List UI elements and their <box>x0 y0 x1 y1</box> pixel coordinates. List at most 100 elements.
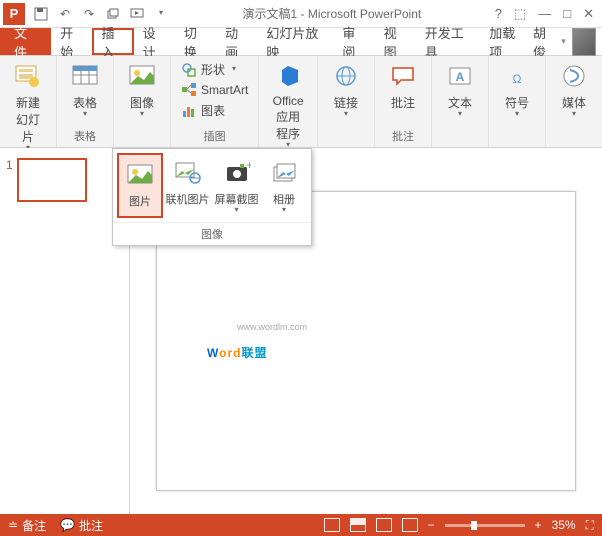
tab-insert[interactable]: 插入 <box>92 28 133 55</box>
tab-animation[interactable]: 动画 <box>216 28 257 55</box>
image-dropdown: 图片 联机图片 + 屏幕截图 ▾ 相册 ▾ 图像 <box>112 148 312 246</box>
redo-icon[interactable]: ↷ <box>81 6 97 22</box>
avatar[interactable] <box>572 28 596 56</box>
watermark-w: W <box>207 346 219 360</box>
smartart-icon <box>181 82 197 98</box>
ribbon: 新建 幻灯片 ▾ 幻灯片 表格 ▾ 表格 图像 ▾ 形状▾ <box>0 56 602 148</box>
undo-icon[interactable]: ↶ <box>57 6 73 22</box>
notes-label: 备注 <box>22 517 46 534</box>
zoom-out-icon[interactable]: − <box>428 518 435 532</box>
dropdown-online-picture[interactable]: 联机图片 <box>163 153 212 218</box>
zoom-level[interactable]: 35% <box>552 518 576 532</box>
smartart-button[interactable]: SmartArt <box>177 81 252 99</box>
minimize-icon[interactable]: — <box>538 6 551 22</box>
office-apps-icon <box>272 60 304 92</box>
office-apps-label: Office 应用程序 <box>271 94 305 142</box>
dropdown-picture[interactable]: 图片 <box>117 153 163 218</box>
zoom-slider[interactable] <box>445 524 525 527</box>
chart-button[interactable]: 图表 <box>177 101 252 120</box>
svg-text:+: + <box>246 159 251 172</box>
new-slide-button[interactable]: 新建 幻灯片 ▾ <box>6 58 50 154</box>
comments-status-label: 批注 <box>79 517 103 534</box>
watermark: www.wordlm.com Word联盟 <box>207 322 307 364</box>
media-icon <box>558 60 590 92</box>
notes-icon: ≐ <box>8 518 18 532</box>
reading-view-icon[interactable] <box>376 518 392 532</box>
dropdown-screenshot[interactable]: + 屏幕截图 ▾ <box>212 153 261 218</box>
help-icon[interactable]: ? <box>495 6 502 22</box>
group-symbols: Ω 符号 ▾ <box>489 56 546 147</box>
group-illustrations: 形状▾ SmartArt 图表 插图 <box>171 56 259 147</box>
text-button[interactable]: A 文本 ▾ <box>438 58 482 120</box>
link-icon <box>330 60 362 92</box>
tab-design[interactable]: 设计 <box>134 28 175 55</box>
tab-devtools[interactable]: 开发工具 <box>416 28 480 55</box>
normal-view-icon[interactable] <box>324 518 340 532</box>
group-illust-label: 插图 <box>204 128 226 147</box>
slide-thumbnail[interactable] <box>17 158 87 202</box>
svg-text:Ω: Ω <box>513 72 522 86</box>
repeat-icon[interactable] <box>105 6 121 22</box>
slideshow-view-icon[interactable] <box>402 518 418 532</box>
album-icon <box>268 157 300 189</box>
shapes-icon <box>181 62 197 78</box>
dropdown-album[interactable]: 相册 ▾ <box>261 153 307 218</box>
chart-icon <box>181 103 197 119</box>
group-apps: Office 应用程序 ▾ 应用程序 <box>259 56 318 147</box>
group-comments: 批注 批注 <box>375 56 432 147</box>
tab-addins[interactable]: 加载项 <box>480 28 533 55</box>
maximize-icon[interactable]: □ <box>563 6 571 22</box>
thumb-number: 1 <box>6 158 13 504</box>
symbol-button[interactable]: Ω 符号 ▾ <box>495 58 539 120</box>
start-slideshow-icon[interactable] <box>129 6 145 22</box>
thumbnail-pane: 1 <box>0 148 130 514</box>
tab-file[interactable]: 文件 <box>0 28 51 55</box>
tab-slideshow[interactable]: 幻灯片放映 <box>257 28 333 55</box>
comment-button[interactable]: 批注 <box>381 58 425 113</box>
group-text: A 文本 ▾ <box>432 56 489 147</box>
sorter-view-icon[interactable] <box>350 518 366 532</box>
table-icon <box>69 60 101 92</box>
new-slide-icon <box>12 60 44 92</box>
tab-review[interactable]: 审阅 <box>333 28 374 55</box>
group-images: 图像 ▾ <box>114 56 171 147</box>
chart-label: 图表 <box>201 102 225 119</box>
window-title: 演示文稿1 - Microsoft PowerPoint <box>169 5 495 22</box>
comments-status-icon: 💬 <box>60 518 75 532</box>
ribbon-tabs: 文件 开始 插入 设计 切换 动画 幻灯片放映 审阅 视图 开发工具 加载项 胡… <box>0 28 602 56</box>
quick-access-toolbar: ↶ ↷ ▾ <box>33 6 169 22</box>
window-controls: ? ⬚ — □ ✕ <box>495 6 594 22</box>
picture-icon <box>124 159 156 191</box>
ribbon-options-icon[interactable]: ⬚ <box>514 6 526 22</box>
tab-view[interactable]: 视图 <box>375 28 416 55</box>
group-media: 媒体 ▾ <box>546 56 602 147</box>
zoom-in-icon[interactable]: + <box>535 518 542 532</box>
qat-customize-icon[interactable]: ▾ <box>153 5 169 21</box>
image-button[interactable]: 图像 ▾ <box>120 58 164 120</box>
text-icon: A <box>444 60 476 92</box>
comment-label: 批注 <box>391 94 415 111</box>
tab-transition[interactable]: 切换 <box>175 28 216 55</box>
table-button[interactable]: 表格 ▾ <box>63 58 107 120</box>
group-links: 链接 ▾ <box>318 56 375 147</box>
online-picture-icon <box>172 157 204 189</box>
watermark-ord: ord <box>219 346 241 360</box>
comments-button[interactable]: 💬 批注 <box>60 517 103 534</box>
user-name[interactable]: 胡俊 <box>533 23 555 61</box>
media-button[interactable]: 媒体 ▾ <box>552 58 596 120</box>
statusbar: ≐ 备注 💬 批注 − + 35% ⛶ <box>0 514 602 536</box>
group-comments-label: 批注 <box>392 128 414 147</box>
comment-icon <box>387 60 419 92</box>
fit-window-icon[interactable]: ⛶ <box>586 518 594 533</box>
notes-button[interactable]: ≐ 备注 <box>8 517 46 534</box>
new-slide-label: 新建 幻灯片 <box>12 94 44 145</box>
tab-home[interactable]: 开始 <box>51 28 92 55</box>
image-icon <box>126 60 158 92</box>
group-tables-label: 表格 <box>74 128 96 147</box>
link-button[interactable]: 链接 ▾ <box>324 58 368 120</box>
symbol-icon: Ω <box>501 60 533 92</box>
close-icon[interactable]: ✕ <box>583 6 594 22</box>
save-icon[interactable] <box>33 6 49 22</box>
shapes-button[interactable]: 形状▾ <box>177 60 252 79</box>
office-apps-button[interactable]: Office 应用程序 ▾ <box>265 58 311 151</box>
